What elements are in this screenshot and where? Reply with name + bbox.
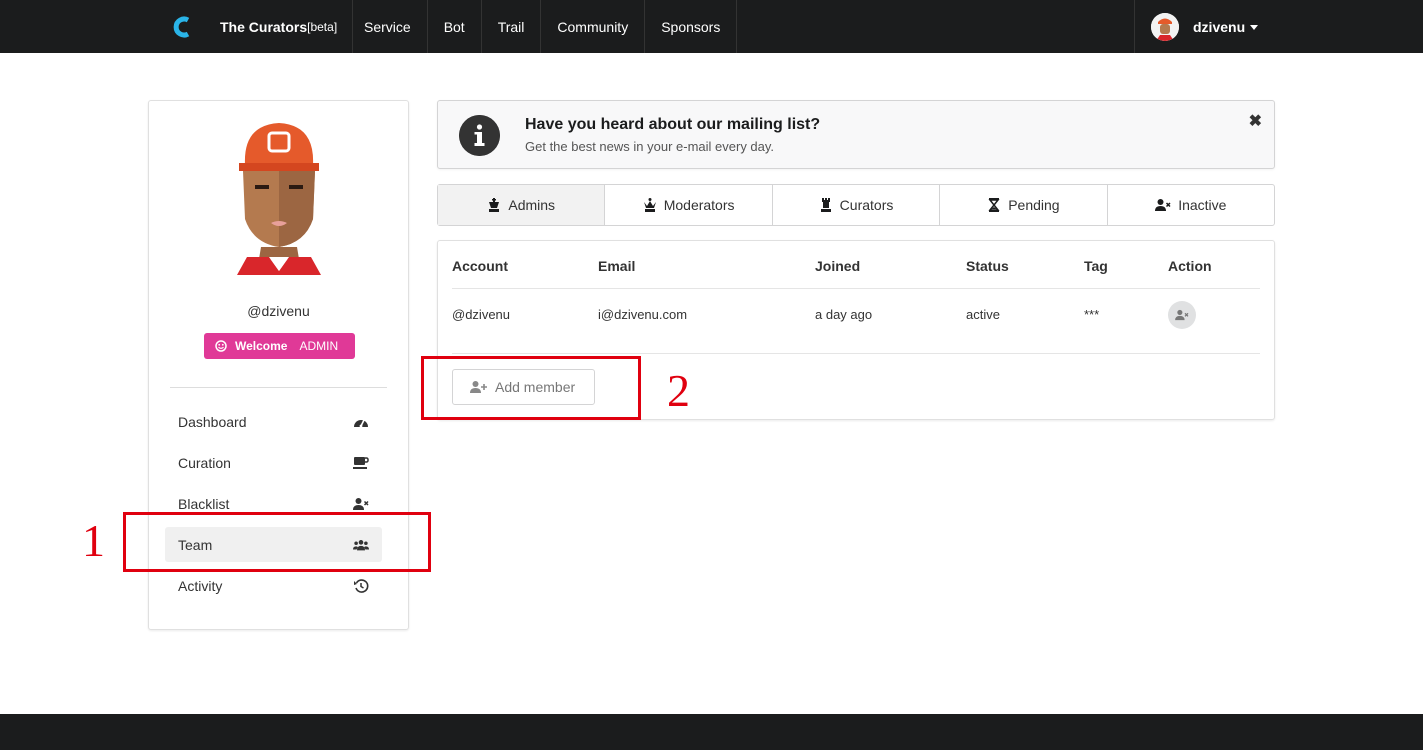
tab-label: Moderators bbox=[663, 197, 735, 213]
cell-email: i@dzivenu.com bbox=[598, 307, 688, 322]
chess-rook-icon bbox=[820, 198, 831, 212]
info-icon bbox=[459, 115, 500, 156]
tab-label: Pending bbox=[1008, 197, 1060, 213]
brand-link[interactable]: The Curators [beta] bbox=[160, 0, 354, 53]
annotation-number-2: 2 bbox=[667, 365, 690, 416]
message-header: Have you heard about our mailing list? bbox=[525, 116, 821, 133]
footer bbox=[0, 714, 1423, 750]
nav-link-bot[interactable]: Bot bbox=[428, 0, 482, 53]
sidebar-item-curation[interactable]: Curation bbox=[165, 445, 382, 480]
tab-label: Admins bbox=[508, 197, 556, 213]
hourglass-icon bbox=[988, 198, 1000, 212]
brand-name: The Curators bbox=[220, 18, 308, 35]
curators-logo-icon bbox=[173, 16, 190, 37]
annotation-box-1 bbox=[123, 512, 431, 572]
user-times-icon bbox=[353, 497, 369, 510]
column-header-email: Email bbox=[598, 258, 636, 274]
profile-handle: @dzivenu bbox=[247, 303, 310, 319]
cell-tag: *** bbox=[1084, 307, 1100, 322]
message-text: Get the best news in your e-mail every d… bbox=[525, 139, 775, 154]
remove-member-button[interactable] bbox=[1168, 301, 1196, 329]
row-divider bbox=[452, 353, 1260, 354]
nav-links: Service Bot Trail Community Sponsors bbox=[348, 0, 738, 53]
chess-queen-icon bbox=[643, 198, 656, 212]
column-header-tag: Tag bbox=[1084, 258, 1108, 274]
history-icon bbox=[354, 578, 369, 593]
nav-link-community[interactable]: Community bbox=[541, 0, 646, 53]
annotation-number-1: 1 bbox=[82, 515, 105, 566]
tab-label: Curators bbox=[839, 197, 894, 213]
annotation-box-2 bbox=[421, 356, 641, 420]
column-header-account: Account bbox=[452, 258, 508, 274]
column-header-joined: Joined bbox=[815, 258, 861, 274]
tachometer-icon bbox=[354, 419, 368, 427]
tab-label: Inactive bbox=[1178, 197, 1227, 213]
cell-account: @dzivenu bbox=[452, 307, 511, 322]
tab-admins[interactable]: Admins bbox=[438, 185, 606, 225]
welcome-label: Welcome bbox=[235, 339, 288, 353]
user-times-icon bbox=[1155, 199, 1171, 211]
sidebar-item-dashboard[interactable]: Dashboard bbox=[165, 404, 382, 439]
nav-link-sponsors[interactable]: Sponsors bbox=[645, 0, 738, 53]
brand-beta-label: [beta] bbox=[307, 19, 338, 34]
sidebar-divider bbox=[170, 387, 387, 388]
tab-moderators[interactable]: Moderators bbox=[605, 185, 773, 225]
sidebar-item-label: Blacklist bbox=[178, 495, 230, 512]
header-divider bbox=[452, 288, 1260, 289]
column-header-status: Status bbox=[966, 258, 1009, 274]
coffee-icon bbox=[353, 456, 369, 469]
member-role-tabs: Admins Moderators Curators Pending Inact… bbox=[437, 184, 1275, 226]
sidebar-item-activity[interactable]: Activity bbox=[165, 568, 382, 603]
user-menu-dropdown[interactable]: dzivenu bbox=[1134, 0, 1423, 53]
top-navbar: The Curators [beta] Service Bot Trail Com… bbox=[0, 0, 1423, 53]
mailing-list-message: Have you heard about our mailing list? G… bbox=[437, 100, 1275, 169]
cell-joined: a day ago bbox=[815, 307, 873, 322]
user-avatar bbox=[237, 123, 321, 275]
tab-pending[interactable]: Pending bbox=[940, 185, 1108, 225]
cell-status: active bbox=[966, 307, 1000, 322]
tab-curators[interactable]: Curators bbox=[773, 185, 941, 225]
welcome-admin-badge: Welcome ADMIN bbox=[204, 333, 355, 359]
sidebar-item-label: Curation bbox=[178, 454, 231, 471]
sidebar-item-label: Activity bbox=[178, 577, 223, 594]
nav-avatar bbox=[1151, 12, 1179, 41]
tab-inactive[interactable]: Inactive bbox=[1108, 185, 1274, 225]
smile-icon bbox=[215, 340, 227, 352]
role-label: ADMIN bbox=[299, 339, 339, 353]
user-times-icon bbox=[1175, 309, 1189, 321]
sidebar-item-label: Dashboard bbox=[178, 413, 247, 430]
column-header-action: Action bbox=[1168, 258, 1212, 274]
close-icon[interactable]: ✖ bbox=[1249, 111, 1262, 131]
nav-link-trail[interactable]: Trail bbox=[482, 0, 542, 53]
nav-username: dzivenu bbox=[1193, 18, 1246, 35]
chess-king-icon bbox=[489, 198, 500, 212]
caret-down-icon bbox=[1250, 25, 1259, 30]
nav-link-service[interactable]: Service bbox=[348, 0, 428, 53]
